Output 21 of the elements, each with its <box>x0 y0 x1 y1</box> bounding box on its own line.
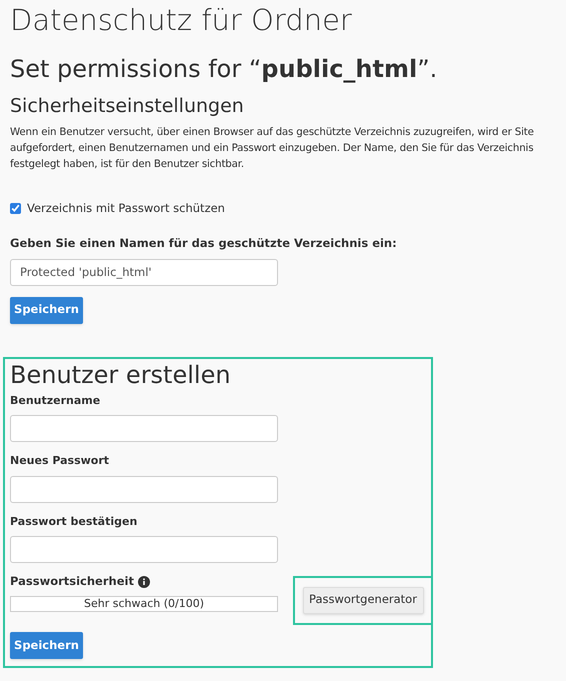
password-generator-button[interactable]: Passwortgenerator <box>302 586 424 614</box>
field-label: Geben Sie einen Namen für das geschützte Verzeichnis ein: <box>10 235 397 252</box>
save-button[interactable]: Speichern <box>10 296 83 324</box>
field-label: Benutzername <box>10 392 100 408</box>
text-field[interactable] <box>10 536 278 563</box>
section-title: Sicherheitseinstellungen <box>10 97 244 116</box>
directory-name-field[interactable]: Protected 'public_html' <box>10 258 278 286</box>
checkbox-label: Verzeichnis mit Passwort schützen <box>27 200 225 217</box>
strength-reading: Sehr schwach (0/100) <box>82 597 206 612</box>
info-icon <box>138 576 150 588</box>
field-label: Passwort bestätigen <box>10 514 138 530</box>
protect-checkbox[interactable] <box>10 203 21 214</box>
text-field[interactable] <box>10 476 278 502</box>
section-title: Benutzer erstellen <box>10 362 231 386</box>
field-label: Passwortsicherheit <box>10 573 134 590</box>
field-label: Neues Passwort <box>10 453 110 469</box>
heading: Set permissions for “public_html”. <box>10 57 438 81</box>
description: Wenn ein Benutzer versucht, über einen Browser auf das geschützte Verzeichnis zuzugreifen, wird er Site aufgefordert, einen Benutzernamen und ein Passwort einzugeben. Der Name, den Sie für das Verzeichnis festgelegt haben, ist für den Benutzer sichtbar. <box>10 125 535 172</box>
text-field[interactable] <box>10 415 278 442</box>
page-title: Datenschutz für Ordner <box>10 2 352 35</box>
save-button[interactable]: Speichern <box>10 632 83 660</box>
